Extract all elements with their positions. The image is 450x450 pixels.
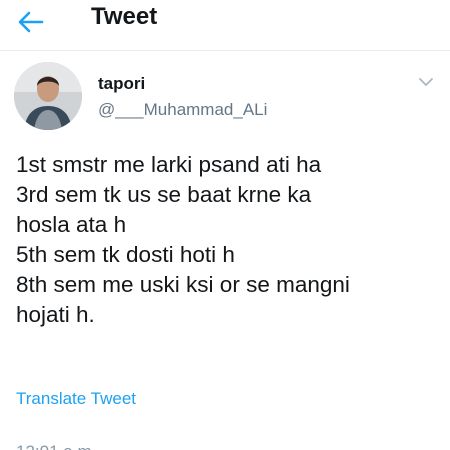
chevron-down-icon — [419, 78, 433, 86]
top-bar: Tweet — [0, 0, 450, 51]
back-button[interactable] — [18, 6, 58, 38]
tweet-line: 5th sem tk dosti hoti h — [16, 242, 235, 267]
tweet-line: 8th sem me uski ksi or se mangni — [16, 272, 350, 297]
tweet-line: hojati h. — [16, 302, 95, 327]
tweet-line: 1st smstr me larki psand ati ha — [16, 152, 322, 177]
arrow-left-icon — [18, 11, 44, 33]
tweet-line: 3rd sem tk us se baat krne ka — [16, 182, 312, 207]
tweet-detail-screen: Tweet tapori @___Muhammad_ALi 1st smstr … — [0, 0, 450, 450]
tweet-text: 1st smstr me larki psand ati ha 3rd sem … — [16, 150, 436, 330]
page-title: Tweet — [91, 3, 158, 30]
tweet-author: tapori @___Muhammad_ALi — [14, 62, 438, 134]
user-avatar-image — [14, 62, 82, 130]
tweet-menu-button[interactable] — [414, 72, 438, 92]
avatar[interactable] — [14, 62, 82, 130]
tweet-timestamp: 12:01 a.m. — [16, 442, 96, 450]
tweet-line: hosla ata h — [16, 212, 127, 237]
author-display-name[interactable]: tapori — [98, 74, 145, 94]
translate-tweet-link[interactable]: Translate Tweet — [16, 389, 136, 409]
author-handle[interactable]: @___Muhammad_ALi — [98, 100, 267, 120]
